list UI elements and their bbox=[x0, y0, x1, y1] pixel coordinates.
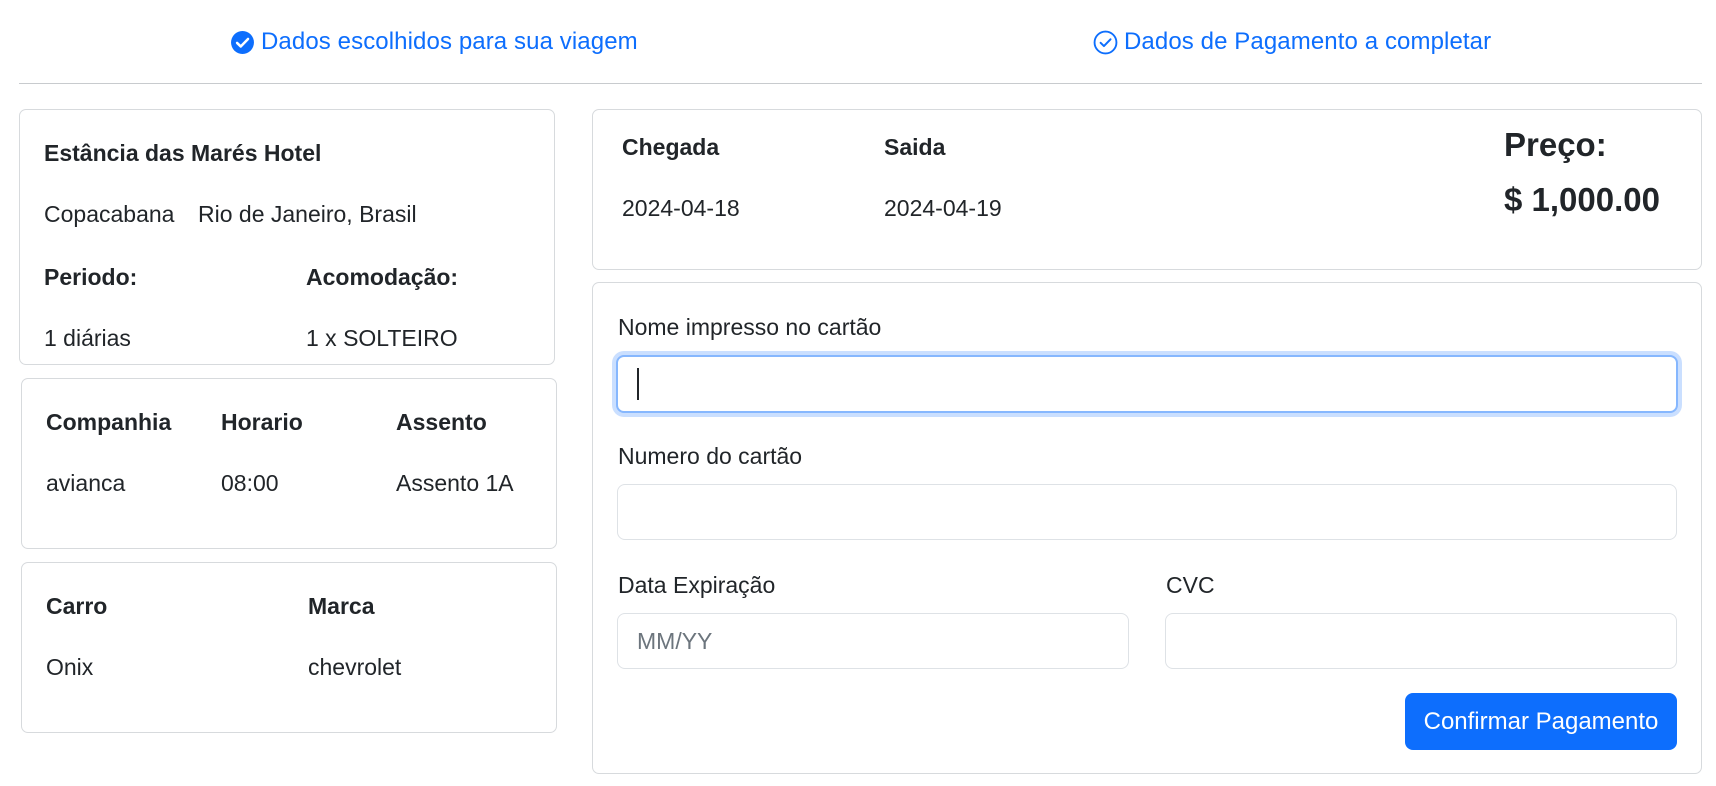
text-caret bbox=[637, 368, 639, 400]
summary-card: Chegada Saida 2024-04-18 2024-04-19 Preç… bbox=[592, 109, 1702, 270]
hotel-city: Rio de Janeiro, Brasil bbox=[198, 201, 417, 227]
departure-value: 2024-04-19 bbox=[884, 195, 1002, 221]
car-label: Carro bbox=[46, 593, 108, 619]
expiry-placeholder: MM/YY bbox=[637, 627, 713, 654]
hotel-name: Estância das Marés Hotel bbox=[44, 140, 322, 166]
step-payment-data[interactable]: Dados de Pagamento a completar bbox=[1093, 27, 1491, 57]
accommodation-label: Acomodação: bbox=[306, 264, 459, 290]
price-value: $ 1,000.00 bbox=[1504, 181, 1660, 218]
brand-label: Marca bbox=[308, 593, 375, 619]
card-name-label: Nome impresso no cartão bbox=[618, 314, 882, 340]
hotel-neighborhood: Copacabana bbox=[44, 201, 175, 227]
expiry-input[interactable]: MM/YY bbox=[617, 613, 1129, 669]
arrival-label: Chegada bbox=[622, 134, 720, 160]
flight-card: Companhia Horario Assento avianca 08:00 … bbox=[21, 378, 557, 549]
brand-value: chevrolet bbox=[308, 654, 402, 680]
car-card: Carro Marca Onix chevrolet bbox=[21, 562, 557, 733]
period-value: 1 diárias bbox=[44, 325, 131, 351]
cvc-label: CVC bbox=[1166, 572, 1215, 598]
progress-steps: Dados escolhidos para sua viagem Dados d… bbox=[19, 0, 1702, 84]
check-circle-fill-icon bbox=[231, 30, 254, 54]
card-number-label: Numero do cartão bbox=[618, 443, 803, 469]
cvc-input[interactable] bbox=[1165, 613, 1677, 669]
seat-value: Assento 1A bbox=[396, 470, 514, 496]
price-label: Preço: bbox=[1504, 126, 1607, 163]
card-number-input[interactable] bbox=[617, 484, 1677, 540]
car-value: Onix bbox=[46, 654, 94, 680]
departure-label: Saida bbox=[884, 134, 946, 160]
hotel-card: Estância das Marés Hotel Copacabana Rio … bbox=[19, 109, 555, 365]
company-label: Companhia bbox=[46, 409, 172, 435]
check-circle-outline-icon bbox=[1093, 30, 1118, 54]
step-chosen-data[interactable]: Dados escolhidos para sua viagem bbox=[230, 27, 638, 57]
card-name-input[interactable] bbox=[616, 355, 1678, 413]
company-value: avianca bbox=[46, 470, 126, 496]
accommodation-value: 1 x SOLTEIRO bbox=[306, 325, 458, 351]
step-chosen-label: Dados escolhidos para sua viagem bbox=[261, 28, 638, 55]
step-payment-label: Dados de Pagamento a completar bbox=[1124, 28, 1492, 55]
time-label: Horario bbox=[221, 409, 303, 435]
arrival-value: 2024-04-18 bbox=[622, 195, 740, 221]
expiry-label: Data Expiração bbox=[618, 572, 776, 598]
confirm-payment-button[interactable]: Confirmar Pagamento bbox=[1405, 693, 1677, 750]
period-label: Periodo: bbox=[44, 264, 138, 290]
time-value: 08:00 bbox=[221, 470, 279, 496]
seat-label: Assento bbox=[396, 409, 487, 435]
